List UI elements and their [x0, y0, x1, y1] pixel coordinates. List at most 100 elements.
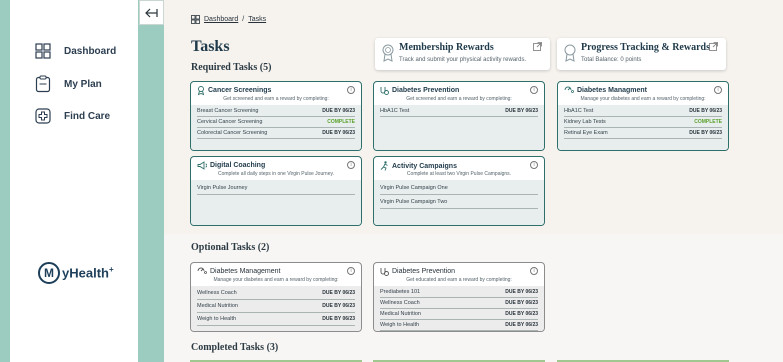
task-card-diabetes-prevention[interactable]: Diabetes Prevention i Get screened and e…: [373, 81, 545, 151]
task-card-optional-diabetes-management[interactable]: Diabetes Management i Manage your diabet…: [190, 262, 362, 332]
task-row[interactable]: Medical Nutrition DUE BY 06/23: [197, 300, 355, 313]
card-title: Cancer Screenings: [197, 86, 271, 95]
info-icon[interactable]: i: [530, 267, 538, 275]
breadcrumb-dashboard-link[interactable]: Dashboard: [204, 16, 238, 23]
info-icon[interactable]: i: [714, 86, 722, 94]
task-row[interactable]: Retinal Eye Exam DUE BY 06/23: [564, 128, 722, 139]
task-row[interactable]: Medical Nutrition DUE BY 06/23: [380, 309, 538, 320]
card-task-list: Virgin Pulse Journey: [191, 180, 361, 225]
card-subtitle: Manage your diabetes and earn a reward b…: [580, 96, 706, 102]
sidebar-item-find-care[interactable]: Find Care: [34, 107, 110, 125]
task-row[interactable]: Kidney Lab Tests COMPLETE: [564, 117, 722, 128]
info-icon[interactable]: i: [347, 267, 355, 275]
card-title: Activity Campaigns: [380, 161, 457, 171]
sidebar-item-label: My Plan: [64, 78, 102, 90]
reward-subtitle: Track and submit your physical activity …: [399, 57, 527, 63]
main-content: Dashboard / Tasks Tasks Required Tasks (…: [164, 0, 783, 362]
task-row[interactable]: Weigh to Health DUE BY 06/23: [380, 320, 538, 331]
grid-icon: [34, 42, 52, 60]
status-badge: DUE BY 06/23: [505, 108, 538, 114]
task-row[interactable]: Breast Cancer Screening DUE BY 06/23: [197, 106, 355, 117]
status-badge: DUE BY 06/23: [505, 311, 538, 317]
diabetes-icon: [380, 87, 389, 95]
collapse-sidebar-button[interactable]: [139, 0, 164, 25]
card-title: Diabetes Managment: [564, 86, 647, 94]
glucose-meter-icon: [564, 86, 574, 93]
clipboard-icon: [34, 75, 52, 93]
task-row[interactable]: Weigh to Health DUE BY 06/23: [197, 313, 355, 326]
megaphone-icon: [197, 161, 207, 170]
reward-title: Progress Tracking & Rewards: [581, 42, 710, 53]
task-row[interactable]: HbA1C Test DUE BY 06/23: [380, 106, 538, 117]
card-task-list: Virgin Pulse Campaign One Virgin Pulse C…: [374, 180, 544, 225]
breadcrumb-separator: /: [242, 16, 245, 23]
myhealth-logo[interactable]: M yHealth+: [38, 262, 114, 284]
status-badge: DUE BY 06/23: [505, 300, 538, 306]
card-task-list: HbA1C Test DUE BY 06/23: [374, 105, 544, 150]
task-card-diabetes-managment[interactable]: Diabetes Managment i Manage your diabete…: [557, 81, 729, 151]
task-row[interactable]: Wellness Coach DUE BY 06/23: [197, 287, 355, 300]
status-badge: DUE BY 06/23: [322, 130, 355, 136]
task-row[interactable]: Virgin Pulse Campaign Two: [380, 195, 538, 209]
sidebar-item-label: Find Care: [64, 110, 111, 122]
card-title: Digital Coaching: [197, 161, 265, 170]
info-icon[interactable]: i: [530, 86, 538, 94]
sidebar-item-label: Dashboard: [64, 45, 117, 57]
task-card-digital-coaching[interactable]: Digital Coaching i Complete all daily st…: [190, 156, 362, 226]
card-title: Diabetes Prevention: [380, 267, 455, 276]
ribbon-icon: [197, 86, 205, 95]
logo-badge: M: [38, 262, 60, 284]
status-badge: DUE BY 06/23: [505, 322, 538, 328]
breadcrumb: Dashboard / Tasks: [191, 15, 266, 24]
external-link-icon: [533, 42, 542, 51]
card-subtitle: Manage your diabetes and earn a reward b…: [213, 277, 339, 283]
required-tasks-heading: Required Tasks (5): [191, 62, 272, 73]
grid-icon: [191, 15, 200, 24]
task-row[interactable]: Wellness Coach DUE BY 06/23: [380, 298, 538, 309]
task-row[interactable]: Virgin Pulse Campaign One: [380, 181, 538, 195]
status-badge: DUE BY 06/23: [689, 130, 722, 136]
arrow-left-icon: [145, 8, 158, 17]
status-badge: DUE BY 06/23: [689, 108, 722, 114]
status-badge: DUE BY 06/23: [322, 303, 355, 309]
card-subtitle: Get educated and earn a reward by comple…: [406, 277, 512, 283]
glucose-meter-icon: [197, 267, 207, 274]
info-icon[interactable]: i: [530, 161, 538, 169]
task-row[interactable]: Cervical Cancer Screening COMPLETE: [197, 117, 355, 128]
status-badge: COMPLETE: [694, 119, 722, 125]
card-task-list: HbA1C Test DUE BY 06/23 Kidney Lab Tests C…: [558, 105, 728, 150]
optional-tasks-heading: Optional Tasks (2): [191, 242, 270, 253]
membership-rewards-card[interactable]: Membership Rewards Track and submit your…: [375, 38, 550, 70]
card-subtitle: Get screened and earn a reward by comple…: [223, 96, 329, 102]
status-badge: DUE BY 06/23: [322, 290, 355, 296]
task-row[interactable]: Colorectal Cancer Screening DUE BY 06/23: [197, 128, 355, 139]
info-icon[interactable]: i: [347, 86, 355, 94]
status-badge: DUE BY 06/23: [322, 108, 355, 114]
card-subtitle: Complete at least two Virgin Pulse Campa…: [406, 171, 512, 177]
sidebar-item-my-plan[interactable]: My Plan: [34, 75, 102, 93]
card-subtitle: Complete all daily steps in one Virgin P…: [218, 171, 334, 177]
info-icon[interactable]: i: [347, 161, 355, 169]
progress-tracking-card[interactable]: Progress Tracking & Rewards Total Balanc…: [557, 38, 726, 70]
card-task-list: Breast Cancer Screening DUE BY 06/23 Cerv…: [191, 105, 361, 150]
sidebar-item-dashboard[interactable]: Dashboard: [34, 42, 116, 60]
external-link-icon: [709, 42, 718, 51]
logo-text: yHealth+: [62, 265, 114, 281]
task-card-cancer-screenings[interactable]: Cancer Screenings i Get screened and ear…: [190, 81, 362, 151]
task-row[interactable]: Prediabetes 101 DUE BY 06/23: [380, 287, 538, 298]
card-task-list: Wellness Coach DUE BY 06/23 Medical Nutri…: [191, 286, 361, 331]
task-row[interactable]: HbA1C Test DUE BY 06/23: [564, 106, 722, 117]
medical-cross-icon: [34, 107, 52, 125]
status-badge: COMPLETE: [327, 119, 355, 125]
card-title: Diabetes Prevention: [380, 86, 459, 95]
breadcrumb-current[interactable]: Tasks: [248, 16, 266, 23]
card-title: Diabetes Management: [197, 267, 280, 275]
completed-tasks-heading: Completed Tasks (3): [191, 342, 279, 353]
card-subtitle: Get screened and earn a reward by comple…: [406, 96, 512, 102]
status-badge: DUE BY 06/23: [322, 316, 355, 322]
diabetes-icon: [380, 268, 389, 276]
status-badge: DUE BY 06/23: [505, 289, 538, 295]
task-card-optional-diabetes-prevention[interactable]: Diabetes Prevention i Get educated and e…: [373, 262, 545, 332]
task-card-activity-campaigns[interactable]: Activity Campaigns i Complete at least t…: [373, 156, 545, 226]
task-row[interactable]: Virgin Pulse Journey: [197, 181, 355, 195]
